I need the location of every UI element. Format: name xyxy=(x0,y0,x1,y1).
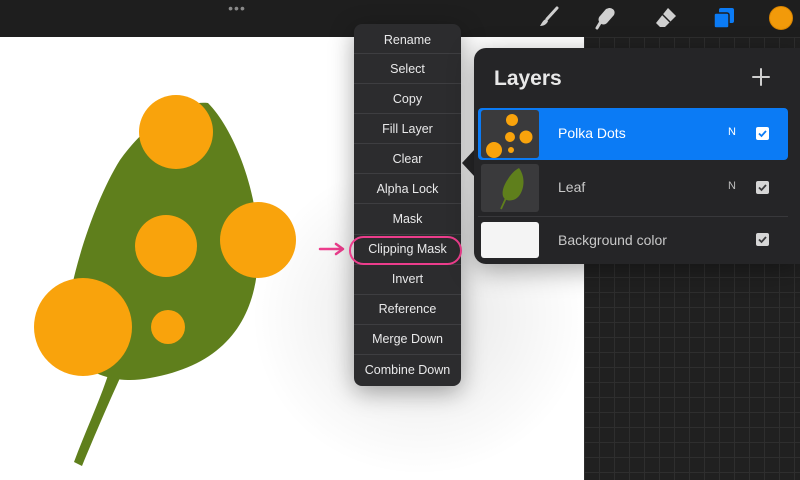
layer-row-polka-dots[interactable]: Polka Dots N xyxy=(478,108,788,160)
layer-name: Leaf xyxy=(558,179,586,195)
menu-item-mask[interactable]: Mask xyxy=(354,204,461,235)
menu-item-select[interactable]: Select xyxy=(354,54,461,85)
eraser-icon[interactable] xyxy=(652,4,680,32)
menu-item-merge-down[interactable]: Merge Down xyxy=(354,325,461,355)
more-options-button[interactable]: ••• xyxy=(224,1,250,16)
layers-icon[interactable] xyxy=(710,4,738,32)
menu-item-rename[interactable]: Rename xyxy=(354,24,461,54)
layer-thumbnail xyxy=(481,222,539,258)
menu-item-fill-layer[interactable]: Fill Layer xyxy=(354,114,461,145)
brush-icon[interactable] xyxy=(535,4,563,32)
layer-row-background-color[interactable]: Background color xyxy=(478,216,788,264)
menu-item-invert[interactable]: Invert xyxy=(354,265,461,295)
layer-thumbnail xyxy=(481,164,539,212)
visibility-checkbox[interactable] xyxy=(756,181,769,194)
layers-panel: Layers Polka Dots N Leaf N Background co… xyxy=(474,48,800,264)
layer-name: Polka Dots xyxy=(558,125,626,141)
layer-row-leaf[interactable]: Leaf N xyxy=(478,162,788,214)
blend-mode-button[interactable]: N xyxy=(728,126,736,138)
menu-item-clear[interactable]: Clear xyxy=(354,144,461,175)
layer-name: Background color xyxy=(558,232,667,248)
panel-title: Layers xyxy=(494,67,562,90)
blend-mode-button[interactable]: N xyxy=(728,180,736,192)
menu-item-clipping-mask[interactable]: Clipping Mask xyxy=(354,235,461,265)
layer-thumbnail xyxy=(481,110,539,158)
menu-item-alpha-lock[interactable]: Alpha Lock xyxy=(354,174,461,205)
menu-item-combine-down[interactable]: Combine Down xyxy=(354,355,461,385)
visibility-checkbox[interactable] xyxy=(756,233,769,246)
annotation-arrow-icon xyxy=(318,242,345,256)
menu-item-reference[interactable]: Reference xyxy=(354,295,461,325)
plus-icon[interactable] xyxy=(750,66,772,88)
color-picker-button[interactable] xyxy=(769,6,793,30)
visibility-checkbox[interactable] xyxy=(756,127,769,140)
smudge-icon[interactable] xyxy=(592,4,620,32)
layer-options-menu: Rename Select Copy Fill Layer Clear Alph… xyxy=(354,24,461,386)
procreate-app: ••• Rename Select Copy Fill Layer Clear … xyxy=(0,0,800,480)
menu-item-copy[interactable]: Copy xyxy=(354,84,461,115)
